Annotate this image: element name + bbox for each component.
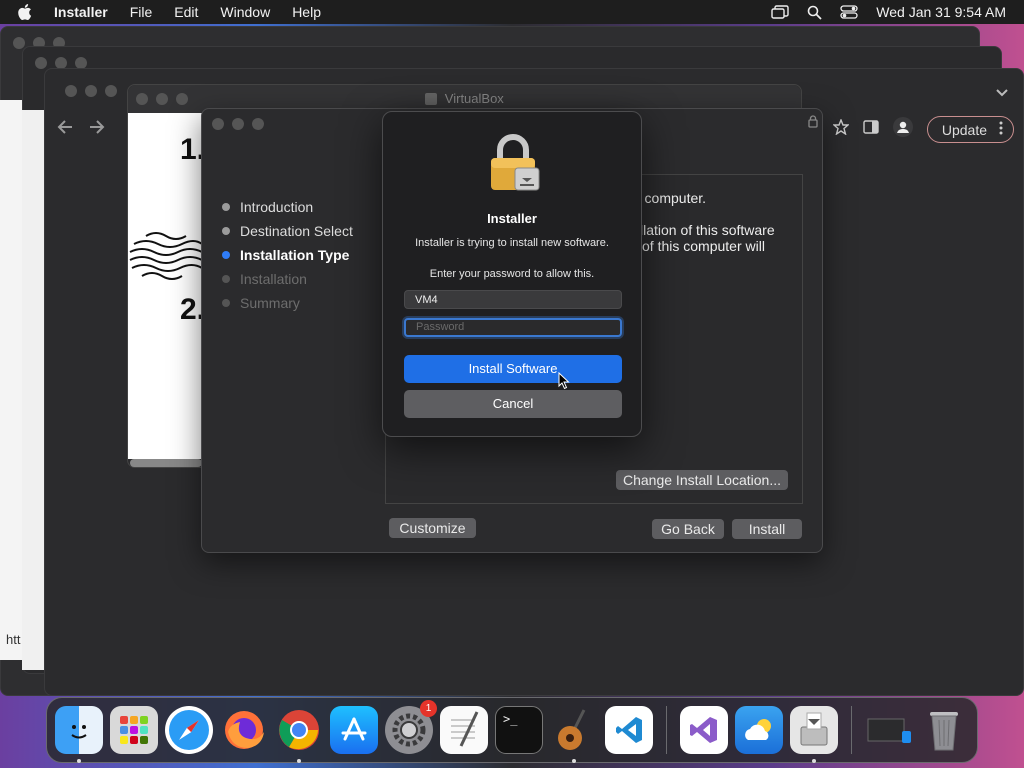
finder-icon[interactable] bbox=[55, 706, 103, 763]
tab-overflow-chevron-icon[interactable] bbox=[995, 85, 1009, 101]
menu-bar: Installer File Edit Window Help Wed Jan … bbox=[0, 0, 1024, 24]
menu-clock[interactable]: Wed Jan 31 9:54 AM bbox=[876, 4, 1006, 20]
step-dot bbox=[222, 227, 230, 235]
garageband-icon[interactable] bbox=[550, 706, 598, 763]
virtualbox-app-icon bbox=[425, 93, 438, 105]
update-button[interactable]: Update bbox=[926, 116, 1014, 143]
menu-edit[interactable]: Edit bbox=[174, 4, 198, 20]
terminal-icon[interactable]: >_ bbox=[495, 706, 543, 754]
notification-badge: 1 bbox=[420, 700, 437, 717]
authentication-dialog: Installer Installer is trying to install… bbox=[382, 111, 642, 437]
url-fragment: htt bbox=[6, 632, 21, 647]
spotlight-search-icon[interactable] bbox=[807, 5, 822, 20]
username-field[interactable]: VM4 bbox=[404, 290, 622, 309]
bookmark-star-icon[interactable] bbox=[831, 118, 850, 140]
step-dot bbox=[222, 299, 230, 307]
step-label: Introduction bbox=[240, 199, 314, 215]
dialog-message: Installer is trying to install new softw… bbox=[415, 237, 609, 249]
visual-studio-icon[interactable] bbox=[680, 706, 728, 754]
step-label: Summary bbox=[240, 295, 300, 311]
step-installation-type: Installation Type bbox=[222, 243, 353, 267]
wave-illustration-icon bbox=[129, 232, 203, 280]
mouse-cursor-icon bbox=[558, 371, 570, 395]
step-summary: Summary bbox=[222, 291, 353, 315]
change-install-location-button[interactable]: Change Install Location... bbox=[616, 470, 788, 490]
running-indicator bbox=[297, 759, 301, 763]
control-center-icon[interactable] bbox=[840, 5, 858, 19]
cancel-button[interactable]: Cancel bbox=[404, 390, 622, 418]
step-dot-active bbox=[222, 251, 230, 259]
dock: 1 >_ bbox=[46, 697, 978, 763]
menu-help[interactable]: Help bbox=[292, 4, 321, 20]
running-indicator bbox=[812, 759, 816, 763]
downloads-stack-icon[interactable] bbox=[865, 706, 913, 754]
panel-text-line-2: llation of this software bbox=[640, 222, 775, 238]
dialog-title: Installer bbox=[487, 211, 537, 226]
safari-icon[interactable] bbox=[165, 706, 213, 754]
window-controls[interactable] bbox=[212, 118, 264, 130]
textedit-icon[interactable] bbox=[440, 706, 488, 754]
step-dot bbox=[222, 275, 230, 283]
password-field[interactable] bbox=[404, 318, 622, 337]
lock-status-icon bbox=[808, 115, 818, 133]
menu-window[interactable]: Window bbox=[220, 4, 270, 20]
background-page-strip-2 bbox=[22, 110, 44, 670]
menu-app-name[interactable]: Installer bbox=[54, 4, 108, 20]
trash-icon[interactable] bbox=[920, 706, 968, 754]
browser-toolbar-right: Update bbox=[831, 116, 1014, 143]
forward-arrow-icon[interactable] bbox=[88, 118, 106, 141]
back-arrow-icon[interactable] bbox=[56, 118, 74, 141]
firefox-icon[interactable] bbox=[220, 706, 268, 754]
chrome-icon[interactable] bbox=[275, 706, 323, 763]
virtualbox-title: VirtualBox bbox=[444, 91, 504, 106]
dock-separator bbox=[666, 706, 667, 754]
step-label: Installation bbox=[240, 271, 307, 287]
update-label: Update bbox=[941, 121, 987, 138]
installer-steps: Introduction Destination Select Installa… bbox=[222, 195, 353, 315]
background-page-strip bbox=[0, 100, 22, 660]
virtualbox-content: 1. 2. bbox=[128, 113, 205, 459]
app-store-icon[interactable] bbox=[330, 706, 378, 754]
terminal-prompt-glyph: >_ bbox=[503, 712, 518, 726]
dialog-prompt: Enter your password to allow this. bbox=[429, 268, 595, 280]
running-indicator bbox=[572, 759, 576, 763]
horizontal-scrollbar[interactable] bbox=[130, 459, 202, 467]
launchpad-icon[interactable] bbox=[110, 706, 158, 754]
padlock-icon bbox=[487, 134, 541, 199]
window-controls[interactable] bbox=[136, 93, 188, 105]
side-panel-icon[interactable] bbox=[863, 120, 879, 139]
weather-icon[interactable] bbox=[735, 706, 783, 754]
system-settings-icon[interactable]: 1 bbox=[385, 700, 437, 754]
install-software-button[interactable]: Install Software bbox=[404, 355, 622, 383]
running-indicator bbox=[77, 759, 81, 763]
step-installation: Installation bbox=[222, 267, 353, 291]
screen-mirroring-icon[interactable] bbox=[771, 5, 789, 19]
panel-text-line-3: of this computer will bbox=[642, 238, 765, 254]
step-label: Destination Select bbox=[240, 223, 353, 239]
panel-text-line-1: r computer. bbox=[636, 190, 707, 206]
more-options-icon bbox=[999, 121, 1003, 138]
go-back-button[interactable]: Go Back bbox=[652, 519, 724, 539]
step-introduction: Introduction bbox=[222, 195, 353, 219]
install-button[interactable]: Install bbox=[732, 519, 802, 539]
step-destination-select: Destination Select bbox=[222, 219, 353, 243]
customize-button[interactable]: Customize bbox=[389, 518, 476, 538]
installer-icon[interactable] bbox=[790, 706, 838, 763]
step-label: Installation Type bbox=[240, 247, 350, 263]
vscode-icon[interactable] bbox=[605, 706, 653, 754]
dock-separator bbox=[851, 706, 852, 754]
menu-file[interactable]: File bbox=[130, 4, 153, 20]
step-dot bbox=[222, 203, 230, 211]
window-controls[interactable] bbox=[65, 85, 117, 97]
profile-icon[interactable] bbox=[892, 117, 913, 142]
apple-menu-icon[interactable] bbox=[18, 4, 36, 20]
